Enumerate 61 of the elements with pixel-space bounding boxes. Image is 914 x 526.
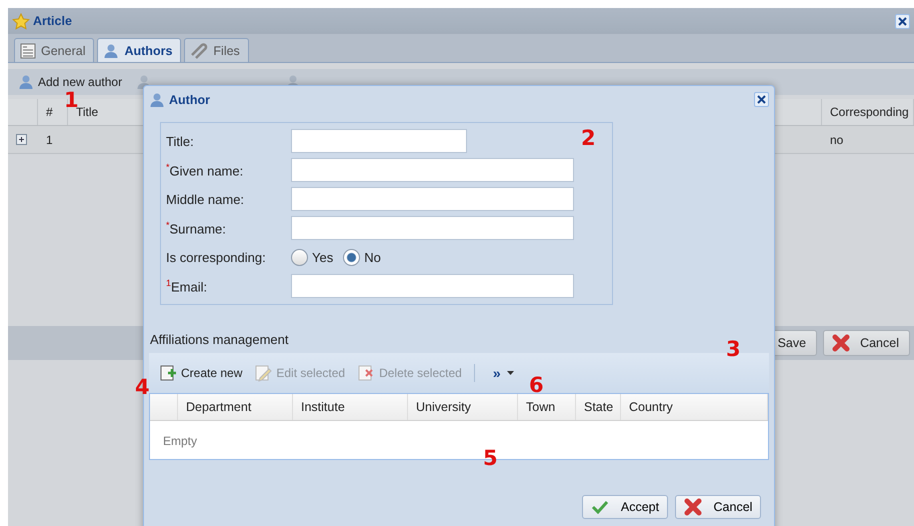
pencil-icon (254, 364, 272, 382)
field-label: $^{1}$Email: (166, 278, 208, 294)
field-label: $^{*}$Surname: (166, 220, 227, 236)
column-header[interactable]: Corresponding (822, 99, 914, 125)
tab[interactable]: Authors (97, 38, 182, 62)
column-header[interactable]: Department (178, 394, 293, 420)
tab[interactable]: Files (184, 38, 249, 62)
cancel-icon (684, 498, 702, 516)
column-header[interactable]: Country (621, 394, 768, 420)
form-icon (20, 42, 36, 58)
close-icon (757, 95, 766, 104)
input-field[interactable] (291, 129, 467, 153)
annotation-number: 2 (581, 128, 596, 149)
cancel-icon (832, 334, 850, 352)
dialog-button[interactable]: Accept (582, 495, 668, 519)
add-person-icon (18, 74, 34, 90)
expand-icon[interactable] (16, 134, 27, 145)
person-icon (149, 92, 165, 108)
field-label: Title: (166, 134, 195, 148)
radio-button[interactable] (343, 248, 360, 266)
close-button[interactable] (754, 92, 769, 107)
column-header[interactable]: Institute (293, 394, 408, 420)
input-field[interactable] (291, 158, 574, 182)
column-header[interactable]: State (576, 394, 621, 420)
close-button[interactable] (895, 14, 910, 28)
dialog-button[interactable]: Cancel (675, 495, 761, 519)
input-field[interactable] (291, 216, 574, 240)
field-label: $^{*}$Given name: (166, 162, 244, 178)
empty-text: Empty (163, 434, 198, 448)
radio-label: No (364, 250, 381, 264)
input-field[interactable] (291, 274, 574, 298)
delete-document-icon (357, 364, 376, 382)
toolbar-button[interactable]: Add new author (18, 74, 122, 90)
star-icon (12, 12, 30, 30)
more-button[interactable]: » (486, 365, 514, 381)
dialog-title: Author (169, 92, 210, 106)
field-label: Is corresponding: (166, 250, 267, 264)
close-icon (898, 16, 907, 26)
toolbar-button[interactable]: Create new (159, 364, 242, 382)
table-cell-text: 1 (45, 132, 54, 148)
person-icon (103, 42, 120, 58)
tab[interactable]: General (14, 38, 94, 62)
annotation-number: 5 (483, 448, 498, 469)
column-header[interactable]: University (408, 394, 518, 420)
section-title: Affiliations management (150, 332, 290, 347)
annotation-number: 3 (726, 339, 741, 360)
add-document-icon (159, 364, 177, 382)
paperclip-icon (190, 42, 208, 58)
radio-label: Yes (312, 250, 334, 264)
input-field[interactable] (291, 187, 574, 211)
caret-icon (506, 371, 514, 375)
footer-button[interactable]: Cancel (823, 330, 910, 356)
table-cell-text: no (829, 132, 844, 148)
annotation-number: 6 (529, 375, 544, 396)
window-title: Article (33, 14, 72, 28)
radio-button[interactable] (291, 248, 308, 266)
checkmark-icon (590, 500, 609, 514)
column-header[interactable]: # (38, 99, 68, 125)
column-header[interactable]: Town (518, 394, 576, 420)
annotation-number: 4 (135, 377, 150, 398)
field-label: Middle name: (166, 192, 246, 206)
